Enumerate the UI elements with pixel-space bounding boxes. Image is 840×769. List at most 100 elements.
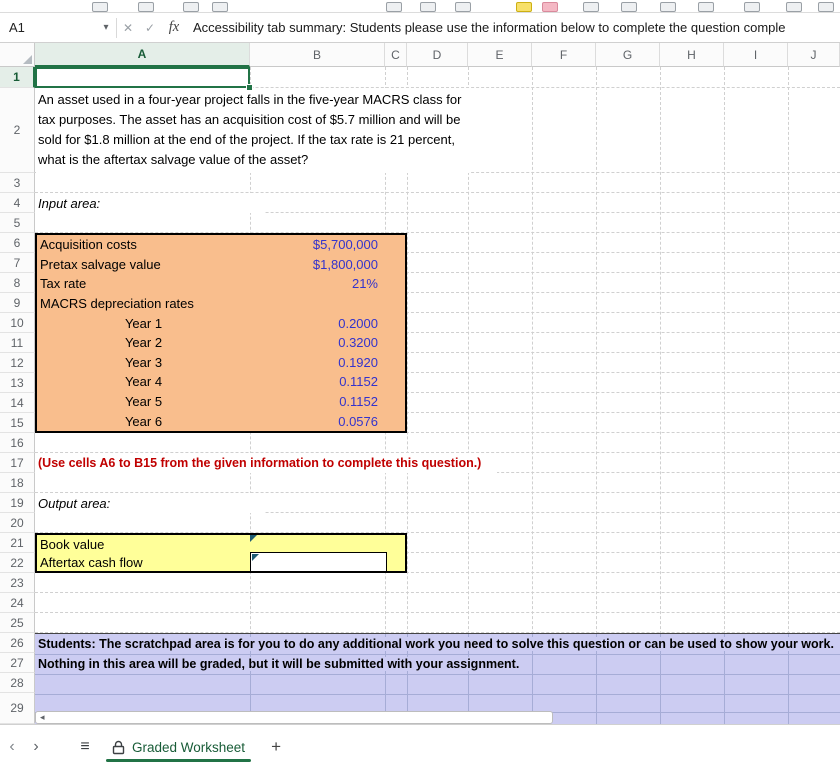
- row-header-14[interactable]: 14: [0, 393, 35, 413]
- cell-label: MACRS depreciation rates: [40, 296, 194, 312]
- cell-value: $1,800,000: [312, 256, 378, 272]
- cell-scratchpad-line1[interactable]: Students: The scratchpad area is for you…: [35, 634, 837, 654]
- row-header-19[interactable]: 19: [0, 493, 35, 513]
- cell-value: 0.1152: [339, 374, 378, 390]
- row-header-2[interactable]: 2: [0, 88, 35, 173]
- input-row[interactable]: Pretax salvage value $1,800,000: [37, 255, 405, 275]
- ribbon-icon-fragment: [698, 2, 714, 12]
- row-header-13[interactable]: 13: [0, 373, 35, 393]
- row-header-28[interactable]: 28: [0, 673, 35, 693]
- output-row[interactable]: Book value: [37, 535, 405, 553]
- input-row[interactable]: Year 5 0.1152: [37, 392, 405, 412]
- grid-row[interactable]: [35, 433, 840, 453]
- input-row[interactable]: Year 4 0.1152: [37, 372, 405, 392]
- row-header-27[interactable]: 27: [0, 653, 35, 673]
- ribbon-icon-fragment: [583, 2, 599, 12]
- grid-row[interactable]: [35, 173, 840, 193]
- horizontal-scrollbar[interactable]: ◂: [35, 711, 553, 724]
- cell-input-area-label[interactable]: Input area:: [35, 193, 265, 213]
- formula-input[interactable]: Accessibility tab summary: Students plea…: [187, 20, 840, 35]
- scratchpad-text: Nothing in this area will be graded, but…: [35, 657, 523, 671]
- column-header-C[interactable]: C: [385, 43, 407, 67]
- row-header-20[interactable]: 20: [0, 513, 35, 533]
- column-header-H[interactable]: H: [660, 43, 724, 67]
- row-header-21[interactable]: 21: [0, 533, 35, 553]
- column-header-J[interactable]: J: [788, 43, 840, 67]
- fx-icon[interactable]: fx: [161, 19, 187, 36]
- row-header-1[interactable]: 1: [0, 67, 35, 88]
- cell-instruction-text[interactable]: (Use cells A6 to B15 from the given info…: [35, 453, 497, 473]
- row-header-12[interactable]: 12: [0, 353, 35, 373]
- ribbon-icon-fragment: [744, 2, 760, 12]
- name-box-dropdown-icon[interactable]: ▾: [96, 22, 116, 33]
- add-sheet-button[interactable]: +: [265, 737, 287, 757]
- cell-label: Book value: [40, 536, 105, 552]
- column-header-B[interactable]: B: [250, 43, 385, 67]
- column-header-F[interactable]: F: [532, 43, 596, 67]
- row-header-25[interactable]: 25: [0, 613, 35, 633]
- row-header-15[interactable]: 15: [0, 413, 35, 433]
- answer-input-cell[interactable]: [250, 552, 387, 572]
- cell-label: Acquisition costs: [40, 237, 137, 253]
- row-header-7[interactable]: 7: [0, 253, 35, 273]
- row-header-8[interactable]: 8: [0, 273, 35, 293]
- grid-row[interactable]: [35, 573, 840, 593]
- column-header-I[interactable]: I: [724, 43, 788, 67]
- input-row[interactable]: Year 6 0.0576: [37, 411, 405, 431]
- column-header-D[interactable]: D: [407, 43, 468, 67]
- row-header-10[interactable]: 10: [0, 313, 35, 333]
- row-header-26[interactable]: 26: [0, 633, 35, 653]
- input-row[interactable]: Tax rate 21%: [37, 274, 405, 294]
- row-header-17[interactable]: 17: [0, 453, 35, 473]
- column-header-G[interactable]: G: [596, 43, 660, 67]
- confirm-icon[interactable]: ✓: [139, 21, 161, 35]
- column-headers: A B C D E F G H I J: [35, 43, 840, 67]
- name-box[interactable]: A1: [0, 13, 96, 42]
- cancel-icon[interactable]: ✕: [117, 21, 139, 35]
- cell-question-text[interactable]: An asset used in a four-year project fal…: [36, 88, 469, 173]
- select-all-corner[interactable]: [0, 43, 35, 67]
- sheet-tab-graded-worksheet[interactable]: Graded Worksheet: [106, 725, 252, 769]
- grid-row[interactable]: [35, 513, 840, 533]
- sheet-list-menu-icon[interactable]: ≡: [74, 738, 96, 756]
- row-header-3[interactable]: 3: [0, 173, 35, 193]
- grid-row[interactable]: [35, 613, 840, 633]
- grid-row[interactable]: [35, 593, 840, 613]
- ribbon-icon-fragment: [183, 2, 199, 12]
- scroll-left-icon[interactable]: ◂: [40, 713, 45, 722]
- row-header-6[interactable]: 6: [0, 233, 35, 253]
- ribbon-icon-fragment: [786, 2, 802, 12]
- column-gridline: [532, 67, 533, 724]
- input-row[interactable]: MACRS depreciation rates: [37, 294, 405, 314]
- row-header-11[interactable]: 11: [0, 333, 35, 353]
- grid-row[interactable]: [35, 213, 840, 233]
- input-row[interactable]: Acquisition costs $5,700,000: [37, 235, 405, 255]
- row-header-29[interactable]: 29: [0, 693, 35, 724]
- row-header-9[interactable]: 9: [0, 293, 35, 313]
- row-header-24[interactable]: 24: [0, 593, 35, 613]
- row-header-18[interactable]: 18: [0, 473, 35, 493]
- input-row[interactable]: Year 1 0.2000: [37, 313, 405, 333]
- input-row[interactable]: Year 2 0.3200: [37, 333, 405, 353]
- output-area-block: Book value Aftertax cash flow: [35, 533, 407, 573]
- row-header-23[interactable]: 23: [0, 573, 35, 593]
- input-row[interactable]: Year 3 0.1920: [37, 353, 405, 373]
- ribbon-icon-fragment: [386, 2, 402, 12]
- scratchpad-gridline: [35, 674, 840, 675]
- column-header-E[interactable]: E: [468, 43, 532, 67]
- sheet-nav-next-icon[interactable]: ›: [24, 738, 48, 756]
- fill-handle[interactable]: [246, 84, 253, 91]
- row-header-4[interactable]: 4: [0, 193, 35, 213]
- column-gridline: [724, 67, 725, 724]
- row-header-16[interactable]: 16: [0, 433, 35, 453]
- sheet-nav-prev-icon[interactable]: ‹: [0, 738, 24, 756]
- ribbon-icon-fragment: [516, 2, 532, 12]
- cell-scratchpad-line2[interactable]: Nothing in this area will be graded, but…: [35, 654, 523, 674]
- cell-output-area-label[interactable]: Output area:: [35, 493, 265, 513]
- ribbon-icon-fragment: [818, 2, 834, 12]
- formula-bar: A1 ▾ ✕ ✓ fx Accessibility tab summary: S…: [0, 13, 840, 43]
- grid-row[interactable]: [35, 473, 840, 493]
- row-header-5[interactable]: 5: [0, 213, 35, 233]
- column-header-A[interactable]: A: [35, 43, 250, 67]
- row-header-22[interactable]: 22: [0, 553, 35, 573]
